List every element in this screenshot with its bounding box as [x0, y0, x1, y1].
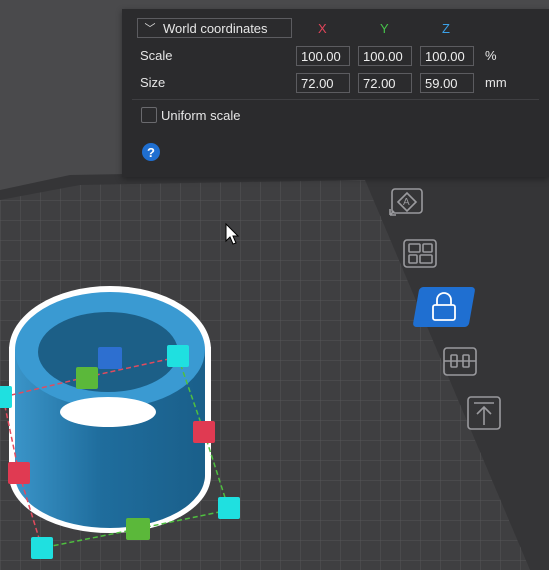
- panel-divider: [132, 99, 539, 100]
- scale-handle-z[interactable]: [98, 347, 122, 369]
- axis-z-label: Z: [442, 21, 450, 36]
- scale-handle-corner-bottom-right[interactable]: [218, 497, 240, 519]
- scale-handle-corner-bottom-left[interactable]: [31, 537, 53, 559]
- coordinate-system-select[interactable]: ﹀ World coordinates: [137, 18, 292, 38]
- layer-editor-icon[interactable]: [428, 341, 491, 381]
- coordinate-system-label: World coordinates: [163, 20, 268, 36]
- scale-panel: ﹀ World coordinates X Y Z Scale % Size m…: [122, 9, 549, 177]
- scale-handle-y-front[interactable]: [126, 518, 150, 540]
- axis-x-label: X: [318, 21, 327, 36]
- scale-unit: %: [485, 48, 497, 63]
- scale-handle-corner-top-left[interactable]: [0, 386, 12, 408]
- size-unit: mm: [485, 75, 507, 90]
- svg-text:A: A: [403, 197, 410, 208]
- scale-x-input[interactable]: [296, 46, 350, 66]
- question-circle-icon[interactable]: ?: [142, 143, 160, 161]
- scale-y-input[interactable]: [358, 46, 412, 66]
- scale-z-input[interactable]: [420, 46, 474, 66]
- auto-orient-icon[interactable]: A: [374, 180, 437, 220]
- scale-handle-y-back[interactable]: [76, 367, 98, 389]
- scale-handle-x-left[interactable]: [8, 462, 30, 484]
- cylinder-inner-floor: [60, 397, 156, 427]
- uniform-scale-checkbox[interactable]: [141, 107, 157, 123]
- scale-handle-x-right[interactable]: [193, 421, 215, 443]
- size-x-input[interactable]: [296, 73, 350, 93]
- arrange-icon[interactable]: [388, 233, 451, 273]
- chevron-down-icon: ﹀: [144, 23, 156, 35]
- lay-on-face-icon[interactable]: [452, 393, 515, 433]
- scale-label: Scale: [140, 48, 173, 63]
- axis-y-label: Y: [380, 21, 389, 36]
- size-z-input[interactable]: [420, 73, 474, 93]
- cylinder-model[interactable]: [9, 286, 211, 533]
- size-label: Size: [140, 75, 166, 90]
- size-y-input[interactable]: [358, 73, 412, 93]
- uniform-scale-label[interactable]: Uniform scale: [161, 108, 240, 123]
- scale-handle-corner-top-right[interactable]: [167, 345, 189, 367]
- lock-icon[interactable]: [412, 287, 476, 327]
